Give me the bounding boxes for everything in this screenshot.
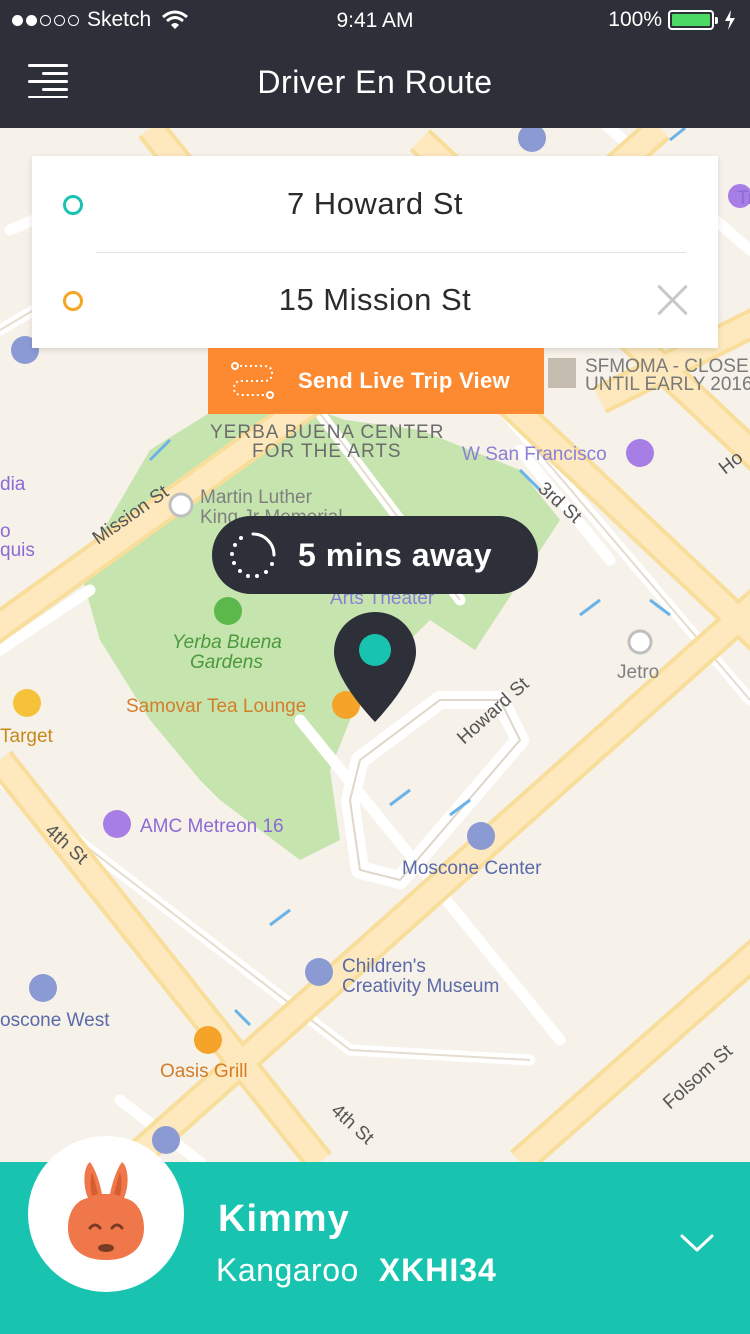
driver-name: Kimmy <box>218 1198 350 1240</box>
eta-badge: 5 mins away <box>212 516 538 594</box>
ybg-label: Yerba Buena <box>172 632 282 653</box>
clear-icon[interactable] <box>656 284 688 316</box>
mlk-label: Martin Luther <box>200 487 313 508</box>
kangaroo-avatar-icon <box>68 1162 144 1260</box>
driver-avatar[interactable] <box>28 1136 184 1292</box>
pickup-address[interactable]: 7 Howard St <box>32 186 718 222</box>
navigation-bar: Driver En Route <box>0 40 750 128</box>
childrens-label-2: Creativity Museum <box>342 976 499 997</box>
oasis-label: Oasis Grill <box>160 1061 248 1082</box>
charging-bolt-icon <box>725 10 735 30</box>
sfmoma-label-2: UNTIL EARLY 2016 <box>585 374 750 395</box>
pickup-row[interactable]: 7 Howard St <box>32 156 718 252</box>
page-title: Driver En Route <box>257 64 493 100</box>
ybg-label-2: Gardens <box>190 652 263 673</box>
edge-label-3: quis <box>0 540 35 561</box>
edge-label-1: dia <box>0 474 26 495</box>
vehicle-info: Kangaroo XKHI34 <box>216 1252 497 1289</box>
driver-location-pin-icon <box>334 612 416 722</box>
target-label: Target <box>0 726 54 747</box>
eta-text: 5 mins away <box>298 536 493 573</box>
jetro-label: Jetro <box>617 662 659 683</box>
dropoff-row[interactable]: 15 Mission St <box>32 252 718 348</box>
route-card: 7 Howard St 15 Mission St <box>32 156 718 348</box>
moscone-label: Moscone Center <box>402 858 542 879</box>
battery-percent: 100% <box>608 8 662 31</box>
dropoff-address[interactable]: 15 Mission St <box>32 282 718 318</box>
amc-label: AMC Metreon 16 <box>140 816 284 837</box>
battery-status: 100% <box>608 8 736 32</box>
childrens-label: Children's <box>342 956 426 977</box>
driver-info-panel[interactable]: Kimmy Kangaroo XKHI34 <box>0 1136 750 1334</box>
edge-label-4: Tr <box>737 188 750 209</box>
chevron-down-icon[interactable] <box>680 1232 714 1254</box>
edge-label-2: o <box>0 521 11 542</box>
license-plate: XKHI34 <box>378 1252 497 1288</box>
battery-icon <box>668 10 718 30</box>
w-sf-label: W San Francisco <box>462 444 607 465</box>
loading-spinner-icon <box>230 532 276 578</box>
samovar-label: Samovar Tea Lounge <box>126 696 306 717</box>
send-live-trip-view-button[interactable]: Send Live Trip View <box>208 348 544 414</box>
status-bar: Sketch 9:41 AM 100% <box>0 0 750 40</box>
ybca-label: YERBA BUENA CENTER <box>210 422 444 443</box>
route-icon <box>231 362 274 399</box>
moscone-west-label: oscone West <box>0 1010 110 1031</box>
vehicle-name: Kangaroo <box>216 1252 359 1288</box>
send-live-trip-view-label: Send Live Trip View <box>298 368 510 393</box>
ybca-label-2: FOR THE ARTS <box>252 441 402 462</box>
